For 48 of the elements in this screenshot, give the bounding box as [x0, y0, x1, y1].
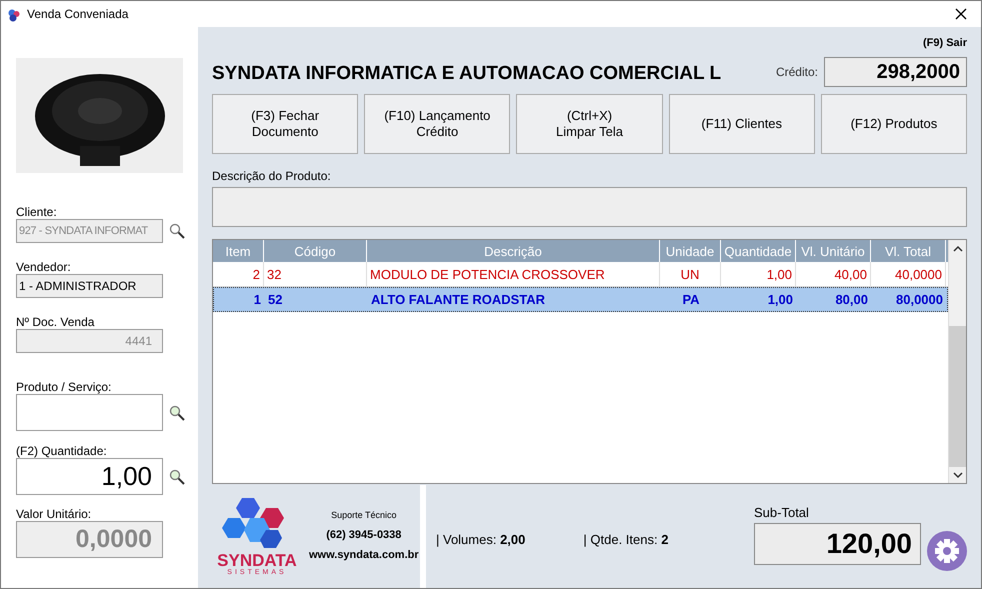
table-cell: 32 [264, 262, 367, 286]
table-cell-text: 1 [252, 291, 262, 310]
table-cell: 1,00 [721, 262, 796, 286]
exit-button[interactable]: (F9) Sair [922, 35, 967, 52]
app-icon [7, 8, 21, 22]
field-label: Vendedor: [16, 260, 72, 274]
field-label: Valor Unitário: [16, 507, 92, 521]
function-button[interactable]: (Ctrl+X) Limpar Tela [516, 94, 663, 154]
input-field[interactable] [16, 394, 163, 431]
window-title: Venda Conveniada [27, 6, 128, 23]
table-cell: 40,0000 [871, 262, 946, 286]
search-icon[interactable] [169, 223, 185, 239]
subtotal-label: Sub-Total [754, 504, 810, 522]
function-button[interactable]: (F12) Produtos [820, 94, 968, 154]
status-text: | Volumes: 2,00 [436, 530, 526, 549]
phone-number: (62) 3945-0338 [326, 528, 402, 543]
credit-field: 298,2000 [824, 56, 967, 87]
field-label: (F2) Quantidade: [16, 444, 108, 458]
function-button[interactable]: (F11) Clientes [668, 94, 815, 154]
table-cell-text: 52 [267, 291, 284, 310]
close-icon [955, 8, 967, 20]
field-label: Produto / Serviço: [16, 380, 112, 394]
table-cell: MODULO DE POTENCIA CROSSOVER [367, 262, 660, 286]
table-cell-text: 80,00 [834, 291, 869, 310]
search-icon[interactable] [169, 468, 185, 484]
input-field[interactable]: 1,00 [16, 458, 163, 495]
subtotal-field: 120,00 [754, 522, 921, 565]
company-name: SYNDATA INFORMATICA E AUTOMACAO COMERCIAL L [212, 62, 722, 86]
settings-icon[interactable] [927, 530, 967, 571]
support-label: Suporte Técnico [331, 509, 396, 522]
selected-row[interactable]: 1 52 ALTO FALANTE ROADSTAR PA 1,00 80,00 80,0000 [213, 287, 948, 312]
field-label: Nº Doc. Venda [16, 315, 96, 329]
table-cell-text: 80,0000 [895, 291, 944, 310]
field-label: Cliente: [16, 205, 58, 219]
table-cell-text: 1,00 [766, 291, 794, 310]
table-cell-text: PA [681, 291, 701, 310]
table-cell-text: ALTO FALANTE ROADSTAR [370, 291, 546, 310]
table-cell: 40,00 [796, 262, 871, 286]
table-cell: UN [660, 262, 721, 286]
credit-label: Crédito: [776, 64, 818, 81]
table-cell: 2 [213, 262, 264, 286]
status-text: | Qtde. Itens: 2 [583, 530, 668, 549]
scrollbar[interactable] [948, 240, 966, 484]
function-button[interactable]: (F10) Lançamento Crédito [364, 94, 510, 154]
description-label: Descrição do Produto: [212, 168, 332, 185]
website-link[interactable]: www.syndata.com.br [309, 547, 419, 564]
function-button[interactable]: (F3) Fechar Documento [212, 94, 358, 154]
search-icon[interactable] [169, 404, 185, 420]
